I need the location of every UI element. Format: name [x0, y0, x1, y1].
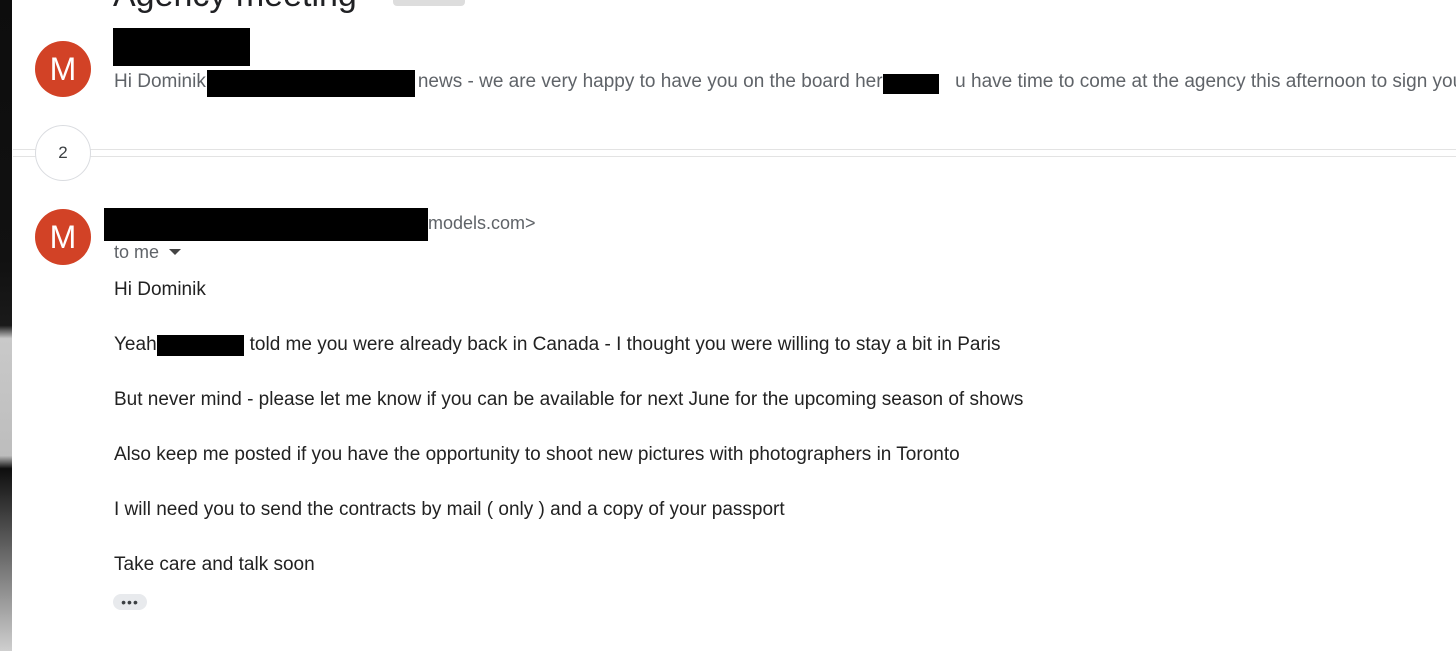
thread-subject: Agency meeting: [113, 0, 357, 12]
redacted-name: [157, 335, 244, 356]
snippet-tail: u have time to come at the agency this a…: [955, 71, 1456, 92]
redacted-snippet-name: [883, 74, 939, 94]
sender-avatar[interactable]: M: [35, 209, 91, 265]
label-chip[interactable]: [393, 0, 465, 6]
snippet-middle: news - we are very happy to have you on …: [417, 71, 894, 92]
ellipsis-icon: •••: [121, 594, 139, 610]
collapsed-divider-bottom: [13, 156, 1456, 157]
recipient-details[interactable]: to me: [114, 241, 182, 263]
collapsed-divider-top: [13, 149, 1456, 150]
sender-avatar[interactable]: M: [35, 41, 91, 97]
body-line-3: Also keep me posted if you have the oppo…: [114, 444, 960, 465]
recipient-label: to me: [114, 242, 160, 262]
body-line-4: I will need you to send the contracts by…: [114, 499, 785, 520]
show-trimmed-content-button[interactable]: •••: [113, 594, 147, 610]
body-sign-off: Take care and talk soon: [114, 554, 315, 575]
redacted-sender-name: [113, 28, 250, 66]
redacted-snippet-text: [207, 70, 415, 97]
sender-email-domain: models.com>: [428, 213, 536, 233]
body-line-1: Yeah told me you were already back in Can…: [114, 334, 1001, 356]
collapsed-messages-count[interactable]: 2: [35, 125, 91, 181]
background-window-edge: [0, 0, 12, 651]
body-line-1-start: Yeah: [114, 334, 157, 355]
body-line-1-end: told me you were already back in Canada …: [249, 334, 1001, 355]
redacted-sender-address: [104, 208, 428, 241]
snippet-greeting: Hi Dominik: [114, 71, 206, 92]
body-line-2: But never mind - please let me know if y…: [114, 389, 1024, 410]
body-greeting: Hi Dominik: [114, 279, 206, 300]
caret-down-icon[interactable]: [169, 249, 182, 255]
